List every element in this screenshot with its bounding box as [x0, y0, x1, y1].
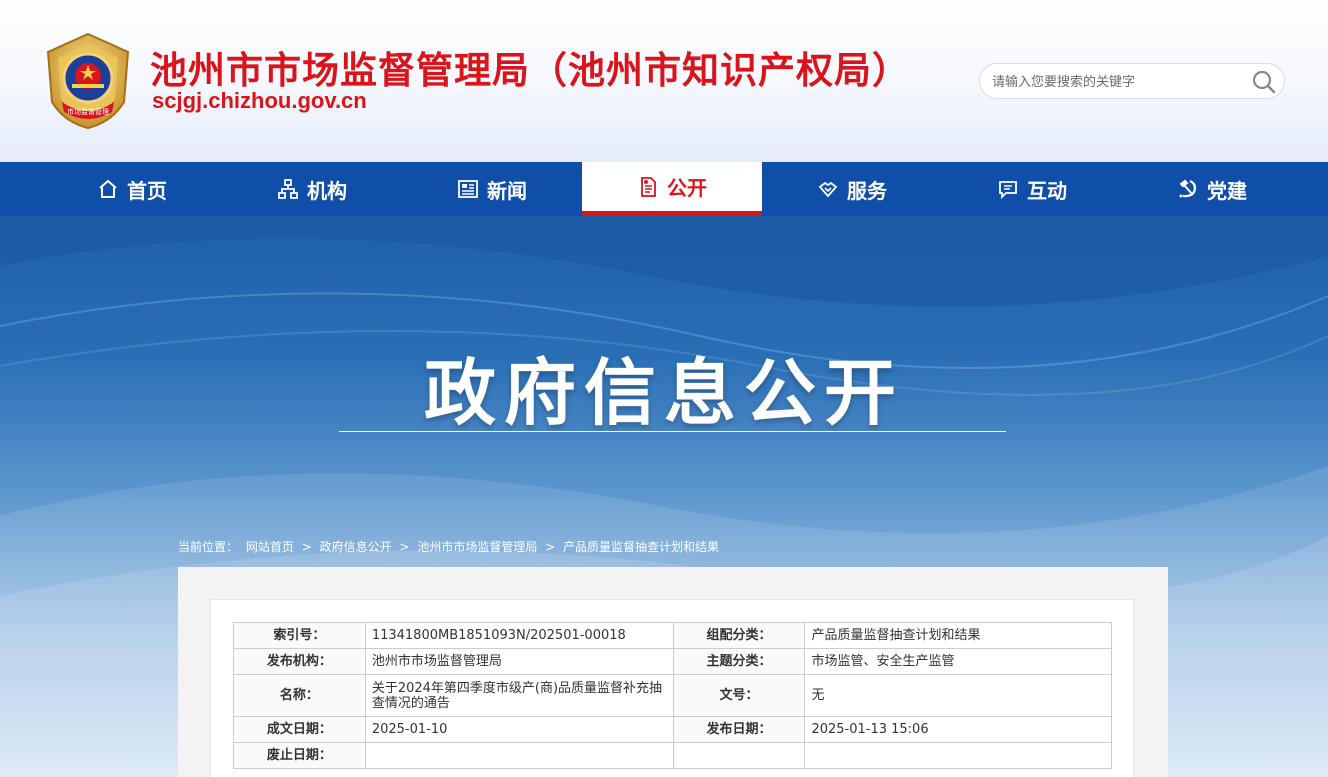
nav-item-organization[interactable]: 机构: [222, 162, 402, 216]
written-date-label: 成文日期：: [233, 716, 366, 743]
breadcrumb-separator: >: [399, 540, 410, 554]
banner-divider: [339, 431, 1006, 432]
index-number-value: 11341800MB1851093N/202501-00018: [364, 622, 674, 649]
nav-label: 服务: [847, 178, 887, 203]
table-row: 成文日期： 2025-01-10 发布日期： 2025-01-13 15:06: [233, 716, 1112, 743]
newspaper-icon: [458, 180, 478, 198]
publish-date-label: 发布日期：: [672, 716, 806, 743]
table-row: 废止日期：: [233, 742, 1112, 769]
publisher-label: 发布机构：: [233, 648, 366, 675]
document-icon: [641, 176, 656, 197]
breadcrumb-link-home[interactable]: 网站首页: [246, 540, 294, 554]
site-title: 池州市市场监督管理局（池州市知识产权局）: [150, 49, 910, 92]
market-supervision-emblem-icon: 市场监督管理: [46, 32, 130, 130]
chat-icon: [999, 181, 1017, 200]
search-icon[interactable]: [1250, 68, 1278, 96]
site-domain: scjgj.chizhou.gov.cn: [152, 88, 367, 113]
search-box: [979, 63, 1285, 99]
breadcrumb-link-bureau[interactable]: 池州市市场监督管理局: [417, 540, 537, 554]
nav-item-party-building[interactable]: 党建: [1122, 162, 1302, 216]
main-nav: 首页 机构 新闻 公开 服务 互动 党建: [0, 162, 1328, 216]
expiry-date-label: 废止日期：: [233, 742, 366, 769]
empty-cell: [672, 742, 806, 769]
doc-number-label: 文号：: [672, 674, 806, 717]
breadcrumb-link-disclosure[interactable]: 政府信息公开: [320, 540, 392, 554]
site-header: 市场监督管理 池州市市场监督管理局（池州市知识产权局） scjgj.chizho…: [0, 0, 1328, 162]
nav-item-services[interactable]: 服务: [762, 162, 942, 216]
topic-value: 市场监管、安全生产监管: [804, 648, 1112, 675]
table-row: 索引号： 11341800MB1851093N/202501-00018 组配分…: [233, 622, 1112, 649]
publish-date-value: 2025-01-13 15:06: [804, 716, 1112, 743]
nav-label: 机构: [307, 178, 347, 203]
breadcrumb-separator: >: [545, 540, 556, 554]
doc-number-value: 无: [804, 674, 1112, 717]
nav-label: 党建: [1207, 178, 1247, 203]
content-area: 索引号： 11341800MB1851093N/202501-00018 组配分…: [178, 567, 1168, 777]
info-panel: 索引号： 11341800MB1851093N/202501-00018 组配分…: [210, 599, 1134, 777]
written-date-value: 2025-01-10: [364, 716, 674, 743]
name-value: 关于2024年第四季度市级产(商)品质量监督补充抽查情况的通告: [364, 674, 674, 717]
handshake-icon: [818, 181, 838, 198]
breadcrumb: 当前位置： 网站首页 > 政府信息公开 > 池州市市场监督管理局 > 产品质量监…: [178, 538, 719, 555]
table-row: 发布机构： 池州市市场监督管理局 主题分类： 市场监管、安全生产监管: [233, 648, 1112, 675]
nav-label: 互动: [1027, 178, 1067, 203]
home-icon: [99, 179, 117, 198]
nav-item-news[interactable]: 新闻: [402, 162, 582, 216]
metadata-table: 索引号： 11341800MB1851093N/202501-00018 组配分…: [233, 622, 1112, 769]
table-row: 名称： 关于2024年第四季度市级产(商)品质量监督补充抽查情况的通告 文号： …: [233, 674, 1112, 717]
nav-item-disclosure[interactable]: 公开: [582, 162, 762, 216]
breadcrumb-link-category[interactable]: 产品质量监督抽查计划和结果: [563, 540, 719, 554]
nav-item-home[interactable]: 首页: [42, 162, 222, 216]
svg-text:市场监督管理: 市场监督管理: [67, 107, 109, 116]
breadcrumb-prefix: 当前位置：: [178, 540, 239, 554]
banner-title: 政府信息公开: [423, 351, 904, 435]
nav-item-interaction[interactable]: 互动: [942, 162, 1122, 216]
search-input[interactable]: [992, 72, 1242, 92]
publisher-value: 池州市市场监督管理局: [364, 648, 674, 675]
index-number-label: 索引号：: [233, 622, 366, 649]
nav-label: 公开: [667, 176, 707, 200]
breadcrumb-separator: >: [301, 540, 312, 554]
expiry-date-value: [364, 742, 674, 769]
category-label: 组配分类：: [672, 622, 806, 649]
category-value: 产品质量监督抽查计划和结果: [804, 622, 1112, 649]
topic-label: 主题分类：: [672, 648, 806, 675]
name-label: 名称：: [233, 674, 366, 717]
empty-cell: [804, 742, 1112, 769]
org-chart-icon: [278, 179, 298, 199]
nav-label: 首页: [127, 178, 167, 203]
hammer-sickle-icon: [1179, 179, 1196, 198]
nav-label: 新闻: [487, 178, 527, 203]
